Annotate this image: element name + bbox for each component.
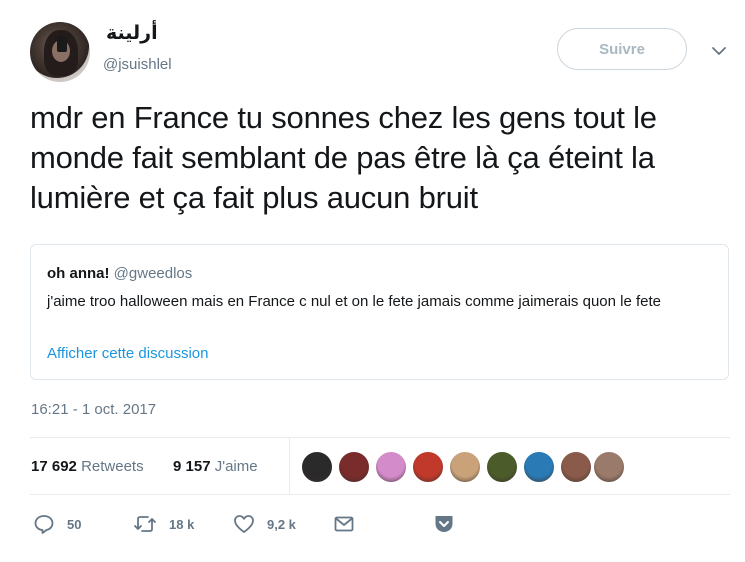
divider bbox=[30, 494, 730, 495]
quoted-author-handle: @gweedlos bbox=[113, 265, 193, 282]
liker-avatar[interactable] bbox=[523, 451, 555, 483]
retweets-stat[interactable]: 17 692 Retweets bbox=[31, 458, 144, 475]
quoted-author-name: oh anna! bbox=[47, 265, 110, 282]
liker-avatar[interactable] bbox=[560, 451, 592, 483]
reply-button[interactable]: 50 bbox=[33, 513, 81, 535]
envelope-icon bbox=[334, 516, 354, 532]
tweet-timestamp[interactable]: 16:21 - 1 oct. 2017 bbox=[31, 401, 156, 418]
quoted-tweet[interactable]: oh anna! @gweedlos j'aime troo halloween… bbox=[30, 244, 729, 380]
chevron-down-icon[interactable] bbox=[710, 42, 728, 60]
quoted-tweet-text: j'aime troo halloween mais en France c n… bbox=[47, 293, 661, 310]
liker-avatar[interactable] bbox=[301, 451, 333, 483]
author-display-name[interactable]: أرلينة bbox=[106, 22, 158, 44]
save-icon bbox=[435, 516, 453, 532]
likes-count: 9 157 bbox=[173, 458, 211, 475]
liker-avatar[interactable] bbox=[593, 451, 625, 483]
tweet-text: mdr en France tu sonnes chez les gens to… bbox=[30, 100, 657, 215]
author-avatar[interactable] bbox=[30, 22, 90, 82]
retweet-count: 18 k bbox=[169, 516, 195, 532]
liker-avatar[interactable] bbox=[375, 451, 407, 483]
retweets-count: 17 692 bbox=[31, 458, 77, 475]
liker-avatar[interactable] bbox=[412, 451, 444, 483]
reply-count: 50 bbox=[67, 516, 82, 532]
save-button[interactable] bbox=[433, 513, 455, 535]
liker-avatar[interactable] bbox=[338, 451, 370, 483]
follow-button[interactable]: Suivre bbox=[557, 28, 687, 70]
like-button[interactable]: 9,2 k bbox=[233, 513, 296, 535]
retweets-label: Retweets bbox=[81, 458, 144, 475]
like-count: 9,2 k bbox=[267, 516, 296, 532]
reply-icon bbox=[34, 515, 54, 534]
divider bbox=[30, 437, 730, 438]
show-thread-link[interactable]: Afficher cette discussion bbox=[47, 345, 208, 362]
direct-message-button[interactable] bbox=[333, 513, 355, 535]
retweet-icon bbox=[134, 516, 156, 532]
likes-label: J'aime bbox=[214, 458, 258, 475]
liker-avatar[interactable] bbox=[486, 451, 518, 483]
retweet-button[interactable]: 18 k bbox=[133, 513, 194, 535]
divider bbox=[289, 438, 290, 494]
liker-avatar[interactable] bbox=[449, 451, 481, 483]
author-handle[interactable]: @jsuishlel bbox=[103, 56, 172, 73]
heart-icon bbox=[234, 515, 254, 533]
likes-stat[interactable]: 9 157 J'aime bbox=[173, 458, 258, 475]
quoted-tweet-header: oh anna! @gweedlos bbox=[47, 265, 192, 282]
